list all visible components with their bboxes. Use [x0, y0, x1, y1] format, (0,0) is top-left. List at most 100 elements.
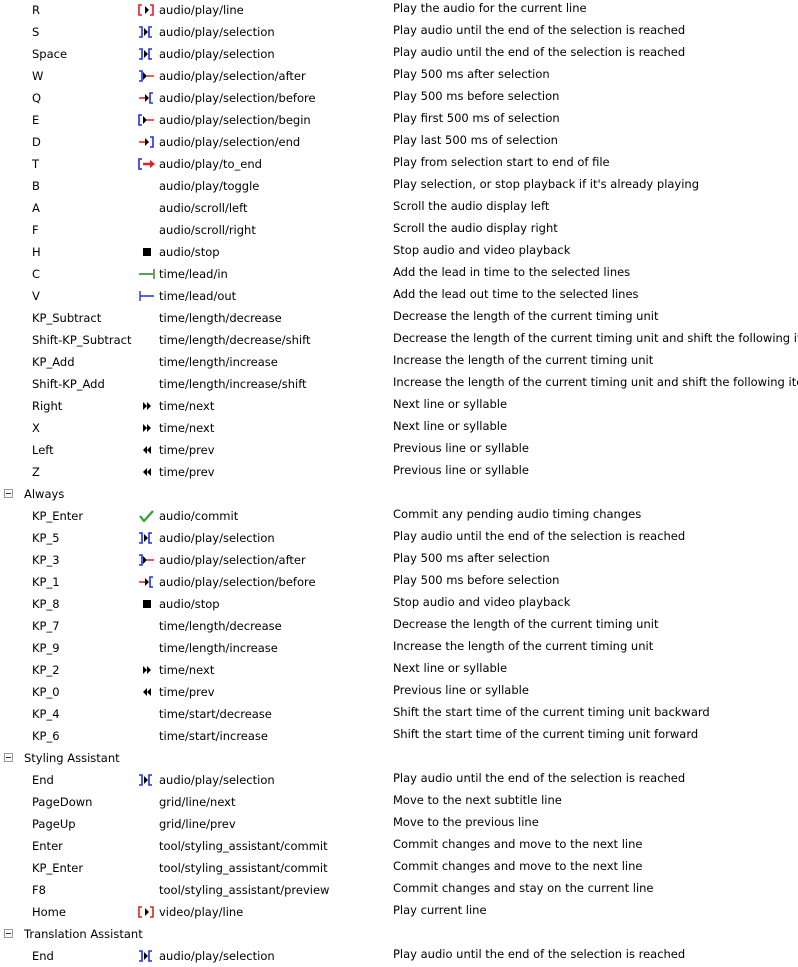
hotkey-row[interactable]: Home video/play/line Play current line [0, 901, 798, 923]
hotkey-row[interactable]: Enter tool/styling_assistant/commit Commit… [0, 835, 798, 857]
hotkey-row[interactable]: KP_3 audio/play/selection/after Play 500 m… [0, 549, 798, 571]
hotkey-command: audio/scroll/left [159, 201, 248, 215]
hotkey-row[interactable]: Right time/next Next line or syllable [0, 395, 798, 417]
hotkey-list[interactable]: Raudio/play/line Play the audio for the c… [0, 0, 798, 967]
collapse-icon[interactable] [4, 489, 13, 498]
hotkey-row[interactable]: Eaudio/play/selection/begin Play first 50… [0, 109, 798, 131]
play-before-icon [139, 92, 153, 104]
hotkey-command: time/start/decrease [159, 707, 272, 721]
hotkey-description: Add the lead in time to the selected lin… [393, 265, 631, 279]
hotkey-row[interactable]: KP_Add time/length/increase Increase the l… [0, 351, 798, 373]
play-selection-icon [139, 48, 152, 60]
hotkey-key: PageDown [32, 795, 93, 809]
hotkey-key: End [32, 773, 54, 787]
hotkey-row[interactable]: Raudio/play/line Play the audio for the c… [0, 0, 798, 21]
prev-icon [143, 468, 151, 476]
hotkey-description: Scroll the audio display right [393, 221, 558, 235]
hotkey-description: Play 500 ms after selection [393, 551, 550, 565]
hotkey-row[interactable]: KP_9 time/length/increase Increase the len… [0, 637, 798, 659]
next-icon [143, 424, 151, 432]
hotkey-row[interactable]: F8 tool/styling_assistant/preview Commit c… [0, 879, 798, 901]
hotkey-row[interactable]: KP_1 audio/play/selection/before Play 500 … [0, 571, 798, 593]
hotkey-description: Play audio until the end of the selectio… [393, 23, 686, 37]
collapse-icon[interactable] [4, 753, 13, 762]
hotkey-row[interactable]: KP_0 time/prev Previous line or syllable [0, 681, 798, 703]
hotkey-row[interactable]: PageDown grid/line/next Move to the next s… [0, 791, 798, 813]
hotkey-description: Previous line or syllable [393, 463, 529, 477]
hotkey-row[interactable]: KP_4 time/start/decrease Shift the start t… [0, 703, 798, 725]
hotkey-description: Decrease the length of the current timin… [393, 617, 659, 631]
hotkey-row[interactable]: KP_6 time/start/increase Shift the start t… [0, 725, 798, 747]
group-header[interactable]: Always [0, 483, 798, 505]
hotkey-command: audio/play/selection [159, 25, 275, 39]
hotkey-key: S [32, 25, 40, 39]
hotkey-key: E [32, 113, 40, 127]
hotkey-row[interactable]: Vtime/lead/out Add the lead out time to t… [0, 285, 798, 307]
hotkey-row[interactable]: Shift-KP_Subtract time/length/decrease/sh… [0, 329, 798, 351]
stop-icon [143, 600, 151, 608]
hotkey-description: Increase the length of the current timin… [393, 639, 654, 653]
hotkey-description: Play selection, or stop playback if it's… [393, 177, 700, 191]
hotkey-command: time/prev [159, 443, 215, 457]
hotkey-row[interactable]: Aaudio/scroll/left Scroll the audio displ… [0, 197, 798, 219]
hotkey-command: tool/styling_assistant/commit [159, 839, 328, 853]
hotkey-row[interactable]: KP_7 time/length/decrease Decrease the len… [0, 615, 798, 637]
hotkey-key: KP_0 [32, 685, 60, 699]
hotkey-key: KP_4 [32, 707, 60, 721]
group-header[interactable]: Translation Assistant [0, 923, 798, 945]
stop-icon [143, 248, 151, 256]
hotkey-command: time/length/increase [159, 355, 278, 369]
hotkey-row[interactable]: Xtime/next Next line or syllable [0, 417, 798, 439]
group-header[interactable]: Styling Assistant [0, 747, 798, 769]
play-end-icon [139, 136, 154, 148]
hotkey-description: Decrease the length of the current timin… [393, 309, 659, 323]
hotkey-key: V [32, 289, 40, 303]
hotkey-command: grid/line/prev [159, 817, 236, 831]
collapse-icon[interactable] [4, 929, 13, 938]
hotkey-row[interactable]: Shift-KP_Add time/length/increase/shift In… [0, 373, 798, 395]
hotkey-description: Previous line or syllable [393, 441, 529, 455]
hotkey-command: audio/play/selection/end [159, 135, 301, 149]
hotkey-row[interactable]: KP_Subtract time/length/decrease Decrease … [0, 307, 798, 329]
hotkey-key: Z [32, 465, 40, 479]
hotkey-row[interactable]: Haudio/stop Stop audio and video playback [0, 241, 798, 263]
hotkey-command: audio/play/selection/after [159, 69, 306, 83]
hotkey-row[interactable]: PageUp grid/line/prev Move to the previous… [0, 813, 798, 835]
hotkey-key: F8 [32, 883, 46, 897]
hotkey-row[interactable]: Left time/prev Previous line or syllable [0, 439, 798, 461]
hotkey-row[interactable]: Ztime/prev Previous line or syllable [0, 461, 798, 483]
hotkey-row[interactable]: End audio/play/selection Play audio until … [0, 945, 798, 967]
play-before-icon [139, 576, 153, 588]
hotkey-row[interactable]: Ctime/lead/in Add the lead in time to the… [0, 263, 798, 285]
hotkey-description: Move to the next subtitle line [393, 793, 562, 807]
hotkey-row[interactable]: Baudio/play/toggle Play selection, or sto… [0, 175, 798, 197]
hotkey-row[interactable]: Space audio/play/selection Play audio unti… [0, 43, 798, 65]
hotkey-command: audio/commit [159, 509, 239, 523]
hotkey-row[interactable]: KP_8 audio/stop Stop audio and video playb… [0, 593, 798, 615]
hotkey-description: Increase the length of the current timin… [393, 375, 798, 389]
hotkey-key: X [32, 421, 40, 435]
hotkey-row[interactable]: KP_5 audio/play/selection Play audio until… [0, 527, 798, 549]
hotkey-description: Play last 500 ms of selection [393, 133, 558, 147]
hotkey-key: R [32, 3, 40, 17]
hotkey-command: audio/play/selection [159, 949, 275, 963]
hotkey-row[interactable]: Daudio/play/selection/end Play last 500 m… [0, 131, 798, 153]
hotkey-row[interactable]: End audio/play/selection Play audio until … [0, 769, 798, 791]
hotkey-row[interactable]: Saudio/play/selection Play audio until th… [0, 21, 798, 43]
group-label: Styling Assistant [24, 751, 120, 765]
hotkey-description: Commit changes and move to the next line [393, 859, 643, 873]
hotkey-row[interactable]: Waudio/play/selection/after Play 500 ms a… [0, 65, 798, 87]
hotkey-row[interactable]: Qaudio/play/selection/before Play 500 ms … [0, 87, 798, 109]
hotkey-row[interactable]: KP_Enter tool/styling_assistant/commit Com… [0, 857, 798, 879]
hotkey-command: tool/styling_assistant/preview [159, 883, 330, 897]
hotkey-row[interactable]: KP_Enter audio/commit Commit any pending a… [0, 505, 798, 527]
hotkey-command: audio/stop [159, 597, 220, 611]
hotkey-key: KP_Subtract [32, 311, 102, 325]
hotkey-row[interactable]: Faudio/scroll/right Scroll the audio disp… [0, 219, 798, 241]
hotkey-key: KP_1 [32, 575, 60, 589]
hotkey-key: KP_Enter [32, 861, 84, 875]
hotkey-description: Add the lead out time to the selected li… [393, 287, 639, 301]
hotkey-row[interactable]: Taudio/play/to_end Play from selection st… [0, 153, 798, 175]
hotkey-row[interactable]: KP_2 time/next Next line or syllable [0, 659, 798, 681]
hotkey-key: D [32, 135, 41, 149]
